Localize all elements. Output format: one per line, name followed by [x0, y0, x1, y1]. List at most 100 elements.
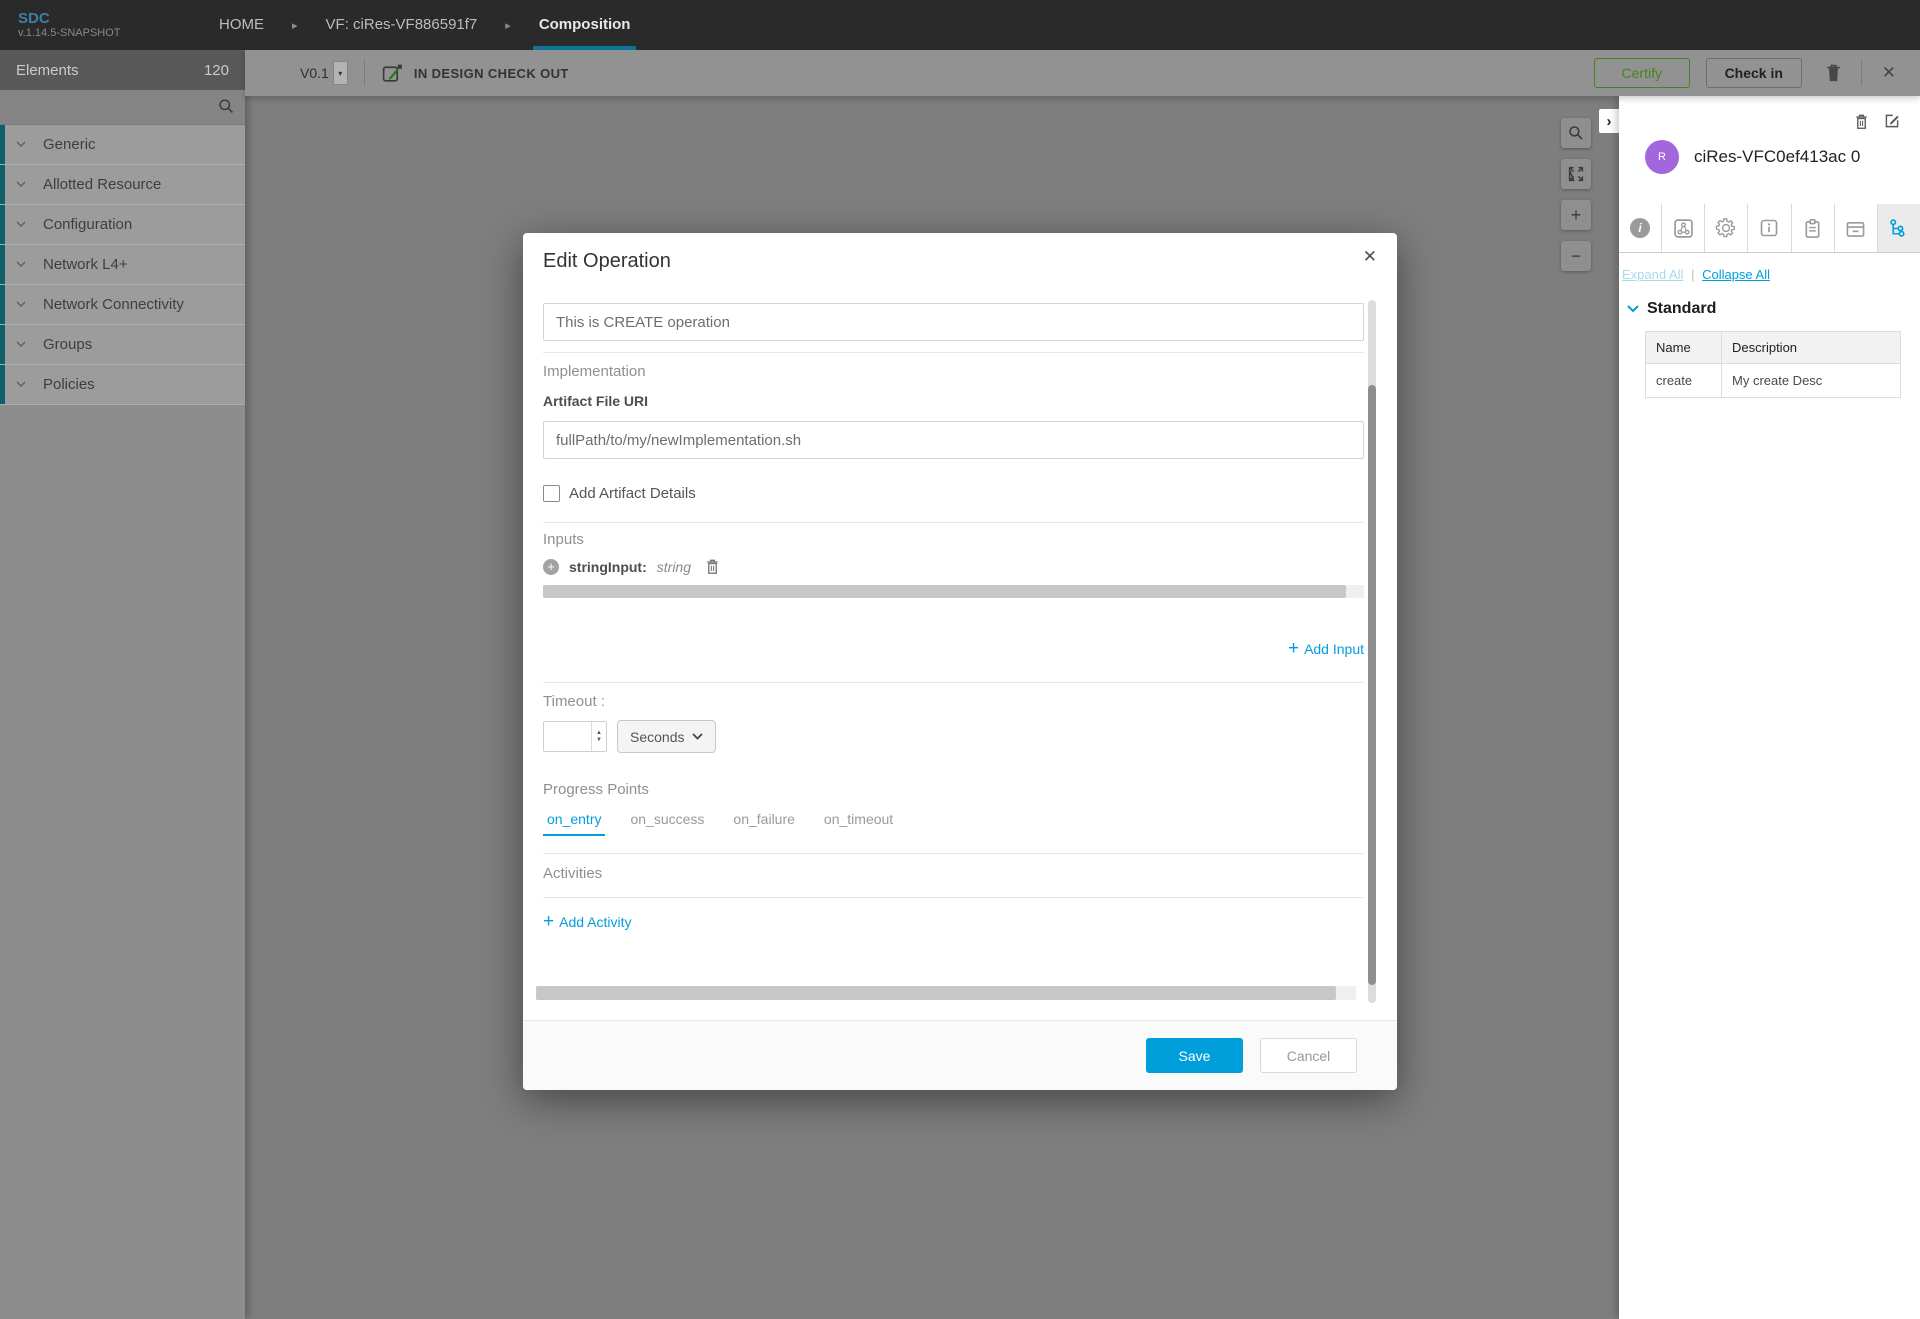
implementation-label: Implementation	[543, 363, 646, 380]
close-icon[interactable]: ✕	[1882, 63, 1896, 83]
close-icon[interactable]: ✕	[1363, 247, 1377, 267]
chevron-down-icon	[16, 341, 26, 348]
tab-on-success[interactable]: on_success	[626, 811, 708, 836]
progress-points-tabs: on_entry on_success on_failure on_timeou…	[543, 811, 897, 836]
sidebar-item-generic[interactable]: Generic	[0, 125, 245, 165]
artifact-uri-input[interactable]	[543, 421, 1364, 459]
tab-info[interactable]: i	[1619, 204, 1662, 252]
section-title: Standard	[1647, 300, 1716, 318]
add-input-link[interactable]: + Add Input	[1288, 638, 1364, 660]
checkbox-label: Add Artifact Details	[569, 485, 696, 502]
sidebar-item-groups[interactable]: Groups	[0, 325, 245, 365]
sidebar-item-configuration[interactable]: Configuration	[0, 205, 245, 245]
collapse-all-link[interactable]: Collapse All	[1702, 267, 1770, 282]
checkin-button[interactable]: Check in	[1706, 58, 1802, 88]
tab-settings[interactable]	[1705, 204, 1748, 252]
cancel-button[interactable]: Cancel	[1260, 1038, 1357, 1073]
delete-input-icon[interactable]	[705, 558, 720, 575]
scrollbar-thumb[interactable]	[543, 585, 1346, 598]
tab-deployment-artifacts[interactable]	[1835, 204, 1878, 252]
sidebar-item-network-l4[interactable]: Network L4+	[0, 245, 245, 285]
component-name: ciRes-VFC0ef413ac 0	[1694, 147, 1860, 167]
toolbar-divider	[1861, 60, 1862, 86]
activities-label: Activities	[543, 865, 602, 882]
timeout-unit-dropdown[interactable]: Seconds	[617, 720, 716, 753]
panel-actions	[1619, 96, 1920, 130]
tab-information[interactable]	[1748, 204, 1791, 252]
inputs-horizontal-scrollbar	[543, 585, 1364, 598]
gear-icon	[1715, 217, 1737, 239]
tree-controls: Expand All | Collapse All	[1622, 267, 1920, 282]
chevron-down-icon	[16, 261, 26, 268]
operation-description-input[interactable]	[543, 303, 1364, 341]
add-artifact-details-checkbox[interactable]: Add Artifact Details	[543, 485, 696, 502]
scrollbar-thumb[interactable]	[536, 986, 1336, 1000]
expand-plus-icon[interactable]: +	[543, 559, 559, 575]
elements-header: Elements 120	[0, 50, 245, 90]
number-spinner[interactable]: ▲▼	[591, 722, 606, 751]
chevron-down-icon	[692, 733, 703, 740]
panel-tabs: i	[1619, 204, 1920, 253]
scrollbar-thumb[interactable]	[1368, 385, 1376, 985]
divider	[543, 522, 1364, 523]
timeout-unit-value: Seconds	[630, 729, 684, 745]
zoom-in-button[interactable]: +	[1561, 200, 1591, 230]
divider	[543, 682, 1364, 683]
column-header-description: Description	[1722, 332, 1901, 364]
edit-icon[interactable]	[1884, 113, 1900, 130]
chevron-down-icon	[16, 301, 26, 308]
breadcrumb-composition[interactable]: Composition	[533, 0, 637, 50]
top-header: SDC v.1.14.5-SNAPSHOT HOME ▸ VF: ciRes-V…	[0, 0, 1920, 50]
composition-toolbar: V0.1 ▾ IN DESIGN CHECK OUT Certify Check…	[245, 50, 1920, 96]
add-activity-link[interactable]: + Add Activity	[543, 911, 631, 933]
certify-button[interactable]: Certify	[1594, 58, 1690, 88]
modal-vertical-scrollbar	[1368, 300, 1376, 1003]
tab-operations[interactable]	[1878, 204, 1920, 252]
tab-on-timeout[interactable]: on_timeout	[820, 811, 897, 836]
search-input[interactable]	[0, 90, 245, 124]
version-dropdown-button[interactable]: ▾	[333, 61, 348, 85]
delete-icon[interactable]	[1854, 113, 1869, 130]
panel-expand-toggle[interactable]: ›	[1599, 109, 1619, 133]
composition-icon	[1673, 218, 1694, 239]
sidebar-item-label: Network Connectivity	[43, 296, 184, 313]
fit-to-screen-button[interactable]	[1561, 159, 1591, 189]
operations-table: Name Description create My create Desc	[1645, 331, 1901, 398]
expand-all-link[interactable]: Expand All	[1622, 267, 1683, 282]
delete-icon[interactable]	[1824, 63, 1843, 83]
zoom-out-button[interactable]: −	[1561, 241, 1591, 271]
chevron-down-icon	[16, 181, 26, 188]
checkbox-icon[interactable]	[543, 485, 560, 502]
breadcrumb-separator-icon: ▸	[292, 19, 298, 32]
tab-composition[interactable]	[1662, 204, 1705, 252]
cell-name: create	[1646, 364, 1722, 398]
breadcrumb-vf[interactable]: VF: ciRes-VF886591f7	[320, 0, 484, 50]
save-button[interactable]: Save	[1146, 1038, 1243, 1073]
tab-on-entry[interactable]: on_entry	[543, 811, 605, 836]
sidebar-item-network-connectivity[interactable]: Network Connectivity	[0, 285, 245, 325]
elements-title: Elements	[16, 62, 79, 79]
timeout-value-field[interactable]	[544, 722, 591, 751]
spinner-down-icon[interactable]: ▼	[596, 737, 602, 744]
table-row[interactable]: create My create Desc	[1646, 364, 1901, 398]
canvas-zoom-controls: + −	[1561, 118, 1591, 271]
tab-on-failure[interactable]: on_failure	[729, 811, 799, 836]
canvas-search-button[interactable]	[1561, 118, 1591, 148]
tab-artifacts[interactable]	[1792, 204, 1835, 252]
sdc-application: SDC v.1.14.5-SNAPSHOT HOME ▸ VF: ciRes-V…	[0, 0, 1920, 1319]
sidebar-item-label: Allotted Resource	[43, 176, 161, 193]
standard-section-header[interactable]: Standard	[1627, 300, 1920, 318]
info-icon: i	[1630, 218, 1650, 238]
sidebar-item-allotted-resource[interactable]: Allotted Resource	[0, 165, 245, 205]
modal-title: Edit Operation	[543, 250, 671, 273]
inputs-label: Inputs	[543, 531, 584, 548]
archive-box-icon	[1845, 219, 1866, 238]
input-name: stringInput:	[569, 559, 647, 575]
breadcrumb-home[interactable]: HOME	[213, 0, 270, 50]
sidebar-item-policies[interactable]: Policies	[0, 365, 245, 405]
progress-points-label: Progress Points	[543, 781, 649, 798]
elements-count: 120	[204, 62, 229, 79]
spinner-up-icon[interactable]: ▲	[596, 730, 602, 737]
info-square-icon	[1759, 218, 1779, 238]
sidebar-item-label: Generic	[43, 136, 96, 153]
